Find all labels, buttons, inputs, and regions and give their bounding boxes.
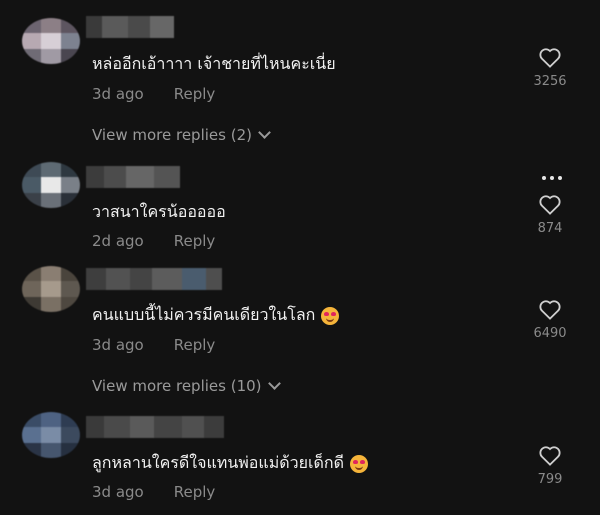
comment-time: 3d ago — [92, 483, 144, 501]
avatar[interactable] — [22, 162, 80, 208]
like-button[interactable]: 874 — [530, 195, 570, 236]
comment-meta: 3d ago Reply — [92, 85, 215, 103]
like-button[interactable]: 799 — [530, 446, 570, 487]
heart-outline-icon — [539, 48, 561, 68]
comment-meta: 3d ago Reply — [92, 483, 215, 501]
view-more-replies-button[interactable]: View more replies (10) — [92, 377, 281, 395]
reply-button[interactable]: Reply — [174, 336, 216, 354]
comment-text-content: หล่ออีกเอ้าาาา เจ้าชายที่ไหนคะเนี่ย — [92, 54, 336, 73]
comment-meta: 3d ago Reply — [92, 336, 215, 354]
username[interactable] — [86, 416, 224, 438]
heart-outline-icon — [539, 300, 561, 320]
avatar[interactable] — [22, 412, 80, 458]
chevron-down-icon — [258, 126, 271, 139]
comments-panel: หล่ออีกเอ้าาาา เจ้าชายที่ไหนคะเนี่ย 3d a… — [0, 0, 600, 515]
view-more-replies-label: View more replies (10) — [92, 377, 262, 395]
username[interactable] — [86, 166, 180, 188]
comment-text: คนแบบนี้ไม่ควรมีคนเดียวในโลก — [92, 303, 340, 328]
heart-outline-icon — [539, 195, 561, 215]
reply-button[interactable]: Reply — [174, 85, 216, 103]
comment-text: ลูกหลานใครดีใจแทนพ่อแม่ด้วยเด็กดี — [92, 451, 368, 476]
comment-text-content: วาสนาใครน้อออออ — [92, 202, 226, 221]
like-button[interactable]: 3256 — [530, 48, 570, 89]
comment-meta: 2d ago Reply — [92, 232, 215, 250]
smiling-face-with-hearts-emoji — [349, 454, 368, 473]
comment-time: 2d ago — [92, 232, 144, 250]
more-dots-icon[interactable] — [542, 176, 562, 180]
avatar[interactable] — [22, 266, 80, 312]
view-more-replies-button[interactable]: View more replies (2) — [92, 126, 271, 144]
reply-button[interactable]: Reply — [174, 483, 216, 501]
chevron-down-icon — [267, 377, 281, 390]
like-count: 799 — [537, 472, 563, 487]
like-count: 874 — [537, 221, 563, 236]
comment-time: 3d ago — [92, 85, 144, 103]
comment-time: 3d ago — [92, 336, 144, 354]
comment-text: หล่ออีกเอ้าาาา เจ้าชายที่ไหนคะเนี่ย — [92, 52, 336, 77]
comment-text: วาสนาใครน้อออออ — [92, 200, 226, 225]
comment-text-content: คนแบบนี้ไม่ควรมีคนเดียวในโลก — [92, 305, 316, 324]
like-button[interactable]: 6490 — [530, 300, 570, 341]
like-count: 3256 — [533, 74, 567, 89]
like-count: 6490 — [533, 326, 567, 341]
avatar[interactable] — [22, 18, 80, 64]
heart-outline-icon — [539, 446, 561, 466]
reply-button[interactable]: Reply — [174, 232, 216, 250]
username[interactable] — [86, 16, 174, 38]
view-more-replies-label: View more replies (2) — [92, 126, 252, 144]
username[interactable] — [86, 268, 222, 290]
smiling-face-with-hearts-emoji — [321, 306, 340, 325]
comment-text-content: ลูกหลานใครดีใจแทนพ่อแม่ด้วยเด็กดี — [92, 453, 344, 472]
